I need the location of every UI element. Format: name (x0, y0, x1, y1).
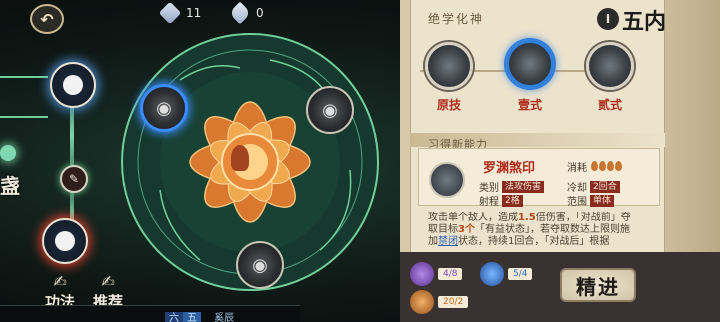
ring-slot[interactable]: ◉ (236, 241, 284, 289)
tier-first-form-label: 壹式 (517, 98, 542, 112)
tag-six: 六 (165, 312, 183, 322)
material-orange: 20/2 (410, 290, 469, 314)
desc-highlight: 1.5 (518, 212, 536, 223)
tree-node-rune[interactable]: ✎ (60, 165, 88, 193)
back-icon: ↶ (40, 9, 54, 29)
flame-icon (615, 161, 623, 171)
purple-orb-icon (410, 262, 434, 286)
brush-icon: ✍ (53, 272, 67, 291)
tree-branch (0, 76, 48, 78)
material-orange-value: 20/2 (438, 296, 469, 308)
stat-range: 射程 2格 (479, 193, 523, 208)
desc-text: 加 (428, 236, 438, 246)
info-icon: I (605, 12, 611, 26)
realm-label: 五内 (622, 9, 667, 35)
material-purple: 4/8 (410, 262, 463, 286)
tier-first-form[interactable] (506, 40, 554, 88)
tier-original[interactable] (425, 42, 473, 90)
orange-coin-icon (410, 290, 434, 314)
tier-second-form[interactable] (586, 42, 634, 90)
desc-text: 取目标 (428, 224, 458, 235)
tag-five: 五 (183, 312, 201, 322)
cost-label: 消耗 (567, 163, 587, 174)
desc-text: 攻击单个敌人，造成 (428, 212, 518, 223)
stat-label: 范围 (567, 197, 587, 208)
dragon-icon: ◉ (322, 99, 338, 121)
skill-card: 罗渊煞印 消耗 类别 法攻伤害 冷却 2回合 射程 2格 范围 单体 (418, 148, 660, 208)
character-name: 奚辰 (214, 313, 235, 322)
stat-label: 射程 (479, 197, 499, 208)
stat-label: 冷却 (567, 183, 587, 194)
section-title: 绝学化神 (428, 12, 485, 26)
tree-node-skill[interactable] (50, 62, 96, 108)
flame-icon (591, 161, 599, 171)
skill-description: 攻击单个敌人，造成1.5倍伤害，「对战前」夺 取目标3个「有益状态」，若夺取数达… (428, 212, 660, 246)
stat-area: 范围 单体 (567, 193, 615, 208)
tier-original-label: 原技 (436, 98, 461, 112)
glow-orb-icon (0, 145, 16, 161)
flame-icon (607, 161, 615, 171)
stat-type: 类别 法攻伤害 (479, 179, 545, 194)
learned-header: 习得新能力 (410, 133, 665, 151)
ring-slot[interactable]: ◉ (306, 86, 354, 134)
tree-branch (0, 116, 48, 118)
ring-slot-selected[interactable]: ◉ (140, 84, 188, 132)
tier-second-form-label: 贰式 (597, 98, 622, 112)
skill-name: 罗渊煞印 (483, 161, 536, 176)
resource-jade-value: 11 (186, 6, 202, 20)
bottom-bar: 六五 奚辰 (0, 305, 300, 322)
stat-value: 法攻伤害 (502, 180, 545, 193)
back-button[interactable]: ↶ (30, 4, 64, 34)
skill-cost: 消耗 (567, 159, 623, 174)
resource-scroll-value: 0 (256, 6, 264, 20)
dragon-icon: ◉ (156, 97, 172, 119)
desc-text: 「有益状态」，若夺取数达上限则施 (474, 224, 630, 235)
stat-value: 2回合 (590, 180, 620, 193)
material-blue-value: 5/4 (508, 268, 533, 280)
partial-label: 盏 (0, 174, 20, 198)
desc-text: 倍伤害，「对战前」夺 (535, 212, 631, 223)
stat-value: 单体 (590, 194, 615, 207)
lotus-figure-icon (231, 145, 249, 171)
stat-label: 类别 (479, 183, 499, 194)
flame-icon (599, 161, 607, 171)
meditation-figure-icon (55, 231, 75, 251)
material-blue: 5/4 (480, 262, 533, 286)
stat-cooldown: 冷却 2回合 (567, 179, 620, 194)
desc-highlight: 3个 (458, 224, 475, 235)
info-button[interactable]: I (597, 8, 619, 30)
game-screen: ↶ 11 0 ✎ 盏 ✍ 功法 ✍ 推荐 ◉ ◉ ◉ 六 五 奚辰 绝学化神 I… (0, 0, 720, 322)
refine-button-label: 精进 (576, 274, 620, 299)
meditation-figure-icon (63, 75, 83, 95)
scroll-rune-icon: ✎ (68, 172, 80, 186)
material-purple-value: 4/8 (438, 268, 463, 280)
blue-sword-icon (480, 262, 504, 286)
tree-node-skill-active[interactable] (42, 218, 88, 264)
dragon-icon: ◉ (252, 254, 268, 276)
refine-button[interactable]: 精进 (560, 268, 636, 302)
stat-value: 2格 (502, 194, 523, 207)
skill-icon (429, 162, 465, 198)
desc-keyword-link[interactable]: 禁闭 (438, 236, 458, 246)
desc-text: 状态，持续1回合，「对战后」根据 (458, 236, 610, 246)
